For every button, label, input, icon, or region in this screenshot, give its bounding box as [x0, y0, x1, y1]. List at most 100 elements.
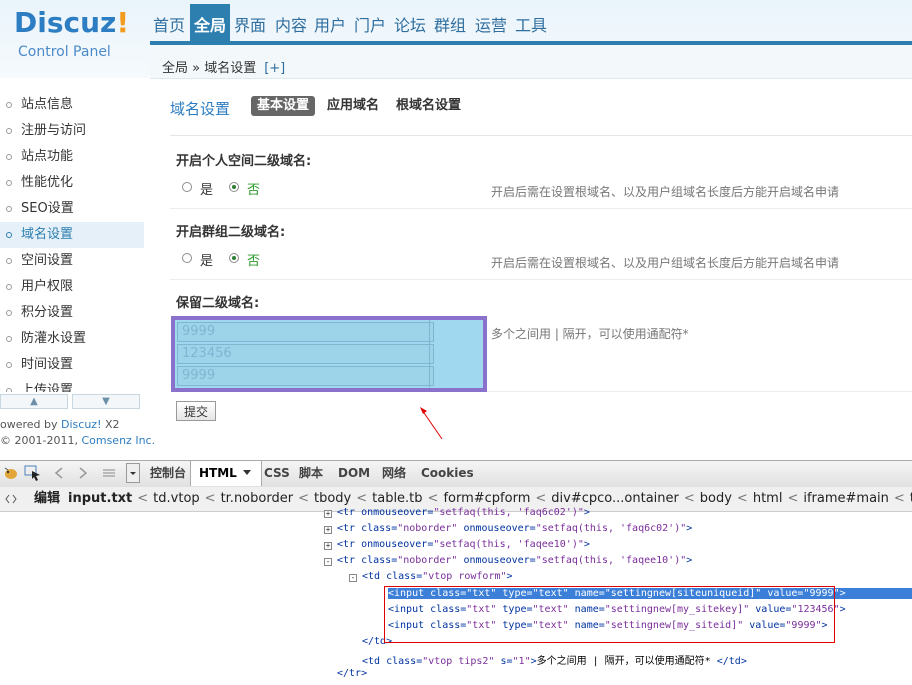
copyright-link[interactable]: Comsenz Inc. — [81, 434, 155, 447]
crumb-item[interactable]: tbody — [314, 491, 351, 506]
sidebar-item-anti-spam[interactable]: 防灌水设置 — [0, 326, 144, 352]
inspect-icon[interactable] — [24, 465, 42, 481]
crumb-item[interactable]: table.tb — [372, 491, 422, 506]
crumb-separator: < — [427, 491, 439, 506]
devtools-tab-cookies[interactable]: Cookies — [421, 461, 474, 486]
logo-brand: Discuz — [14, 6, 117, 39]
divider — [170, 135, 912, 136]
powered-link[interactable]: Discuz! — [61, 418, 101, 431]
html-node-line[interactable]: <tr onmouseover="setfaq(this, 'faq6c02')… — [337, 507, 590, 518]
reserved-domain-input-2[interactable]: 123456 — [177, 344, 434, 364]
devtools-tab-dom[interactable]: DOM — [338, 461, 370, 486]
sidebar-item-seo[interactable]: SEO设置 — [0, 196, 144, 222]
crumb-item[interactable]: tr.noborder — [221, 491, 294, 506]
forward-icon[interactable] — [76, 466, 90, 480]
code-token: onmouseover= — [457, 523, 536, 534]
tree-arrows-icon[interactable] — [4, 492, 18, 506]
page-title: 域名设置 — [170, 100, 231, 118]
sidebar-item-time[interactable]: 时间设置 — [0, 352, 144, 378]
dropdown-toggle[interactable] — [126, 463, 140, 483]
expand-icon[interactable]: + — [324, 542, 332, 550]
tab-root-domain[interactable]: 根域名设置 — [390, 96, 467, 116]
code-token: <tr — [337, 555, 362, 566]
devtools-tab-css[interactable]: CSS — [264, 461, 290, 486]
nav-group[interactable]: 群组 — [431, 4, 469, 42]
personal-domain-no-radio[interactable] — [229, 182, 239, 192]
nav-operation[interactable]: 运营 — [472, 4, 510, 42]
code-token: onmouseover= — [361, 507, 434, 518]
crumb-item[interactable]: form#cpform — [443, 491, 530, 506]
crumb-item[interactable]: td.vtop — [153, 491, 199, 506]
personal-domain-yes-radio[interactable] — [182, 182, 192, 192]
sidebar-item-site-features[interactable]: 站点功能 — [0, 144, 144, 170]
html-node-line[interactable]: <td class="vtop rowform"> — [362, 571, 513, 582]
sidebar-item-label: 域名设置 — [21, 227, 74, 242]
sidebar-item-space[interactable]: 空间设置 — [0, 248, 144, 274]
sidebar-item-upload[interactable]: 上传设置 — [0, 378, 144, 392]
expand-icon[interactable]: + — [324, 510, 332, 518]
crumb-item[interactable]: html — [753, 491, 783, 506]
submit-button[interactable]: 提交 — [176, 401, 216, 421]
bullet-icon — [6, 284, 12, 290]
html-node-line[interactable]: <tr class="noborder" onmouseover="setfaq… — [337, 523, 692, 534]
collapse-icon[interactable]: - — [324, 558, 332, 566]
html-node-line[interactable]: </tr> — [337, 668, 367, 679]
code-token: class= — [361, 523, 398, 534]
discuz-logo[interactable]: Discuz! Control Panel — [14, 4, 149, 64]
expand-icon[interactable]: + — [324, 526, 332, 534]
powered-suffix: X2 — [101, 418, 120, 431]
bullet-icon — [6, 336, 12, 342]
code-token: > — [686, 555, 693, 566]
group-domain-no-radio[interactable] — [229, 253, 239, 263]
tab-app-domain[interactable]: 应用域名 — [321, 96, 385, 116]
personal-domain-tip: 开启后需在设置根域名、以及用户组域名长度后方能开启域名申请 — [491, 185, 840, 199]
divider — [170, 208, 912, 209]
menu-icon[interactable] — [100, 466, 118, 480]
crumb-item[interactable]: body — [700, 491, 732, 506]
sidebar-item-user-permissions[interactable]: 用户权限 — [0, 274, 144, 300]
sidebar-item-label: 积分设置 — [21, 305, 74, 320]
code-token: <tr — [337, 523, 362, 534]
code-token: "setfaq(this, 'faqee10')" — [535, 555, 687, 566]
nav-content[interactable]: 内容 — [272, 4, 310, 42]
nav-forum[interactable]: 论坛 — [391, 4, 429, 42]
collapse-icon[interactable]: - — [349, 574, 357, 582]
add-shortcut-link[interactable]: [+] — [264, 61, 285, 76]
radio-label-no: 否 — [247, 254, 261, 269]
firebug-icon[interactable] — [2, 465, 20, 481]
group-domain-yes-radio[interactable] — [182, 253, 192, 263]
nav-user[interactable]: 用户 — [311, 4, 349, 42]
devtools-tab-console[interactable]: 控制台 — [150, 461, 186, 486]
devtools-tab-network[interactable]: 网络 — [382, 461, 406, 486]
crumb-item[interactable]: input.txt — [68, 491, 132, 506]
html-node-line[interactable]: <tr onmouseover="setfaq(this, 'faqee10')… — [337, 539, 590, 550]
code-token: class= — [361, 555, 398, 566]
html-node-line[interactable]: <td class="vtop tips2" s="1">多个之间用 | 隔开，… — [362, 652, 747, 667]
reserved-domain-input-3[interactable]: 9999 — [177, 366, 434, 386]
crumb-item[interactable]: div#cpco...ontainer — [551, 491, 679, 506]
code-token: </td> — [716, 656, 747, 667]
tab-basic-settings[interactable]: 基本设置 — [251, 96, 316, 116]
nav-home[interactable]: 首页 — [150, 4, 188, 42]
code-token: "vtop tips2" — [422, 656, 495, 667]
html-node-line[interactable]: <tr class="noborder" onmouseover="setfaq… — [337, 555, 692, 566]
code-token: s= — [494, 656, 513, 667]
nav-global[interactable]: 全局 — [190, 4, 230, 42]
edit-button[interactable]: 编辑 — [34, 491, 60, 506]
sidebar-item-performance[interactable]: 性能优化 — [0, 170, 144, 196]
scroll-down-button[interactable]: ▼ — [72, 394, 140, 409]
devtools-tab-html[interactable]: HTML — [190, 461, 262, 486]
reserved-domain-input-1[interactable]: 9999 — [177, 322, 434, 342]
group-domain-tip: 开启后需在设置根域名、以及用户组域名长度后方能开启域名申请 — [491, 256, 840, 270]
sidebar-item-domain[interactable]: 域名设置 — [0, 222, 144, 248]
sidebar-item-site-info[interactable]: 站点信息 — [0, 92, 144, 118]
devtools-tab-script[interactable]: 脚本 — [299, 461, 323, 486]
crumb-item[interactable]: iframe#main — [803, 491, 889, 506]
sidebar-item-register-access[interactable]: 注册与访问 — [0, 118, 144, 144]
sidebar-item-credits[interactable]: 积分设置 — [0, 300, 144, 326]
nav-portal[interactable]: 门户 — [351, 4, 389, 42]
nav-tools[interactable]: 工具 — [512, 4, 550, 42]
back-icon[interactable] — [52, 466, 66, 480]
scroll-up-button[interactable]: ▲ — [0, 394, 68, 409]
nav-interface[interactable]: 界面 — [231, 4, 269, 42]
